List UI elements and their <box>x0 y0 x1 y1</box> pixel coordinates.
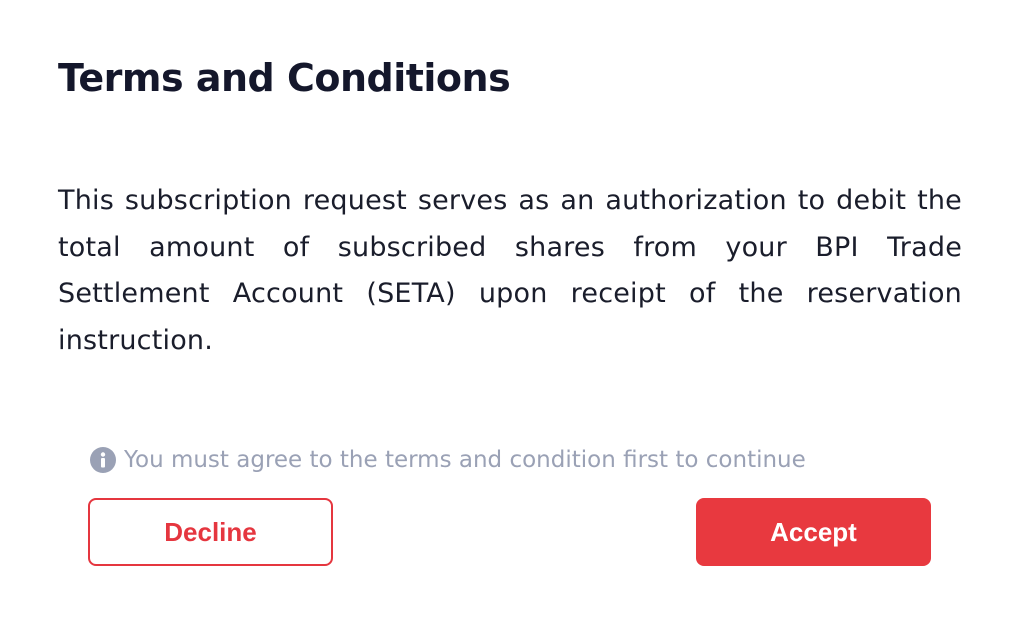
terms-text: This subscription request serves as an a… <box>58 185 962 356</box>
decline-button[interactable]: Decline <box>88 498 333 566</box>
dialog-title: Terms and Conditions <box>58 56 511 100</box>
agreement-notice: You must agree to the terms and conditio… <box>90 442 806 478</box>
info-icon <box>90 447 116 473</box>
accept-button[interactable]: Accept <box>696 498 931 566</box>
agreement-notice-text: You must agree to the terms and conditio… <box>124 447 806 473</box>
terms-dialog: Terms and Conditions This subscription r… <box>0 0 1024 636</box>
